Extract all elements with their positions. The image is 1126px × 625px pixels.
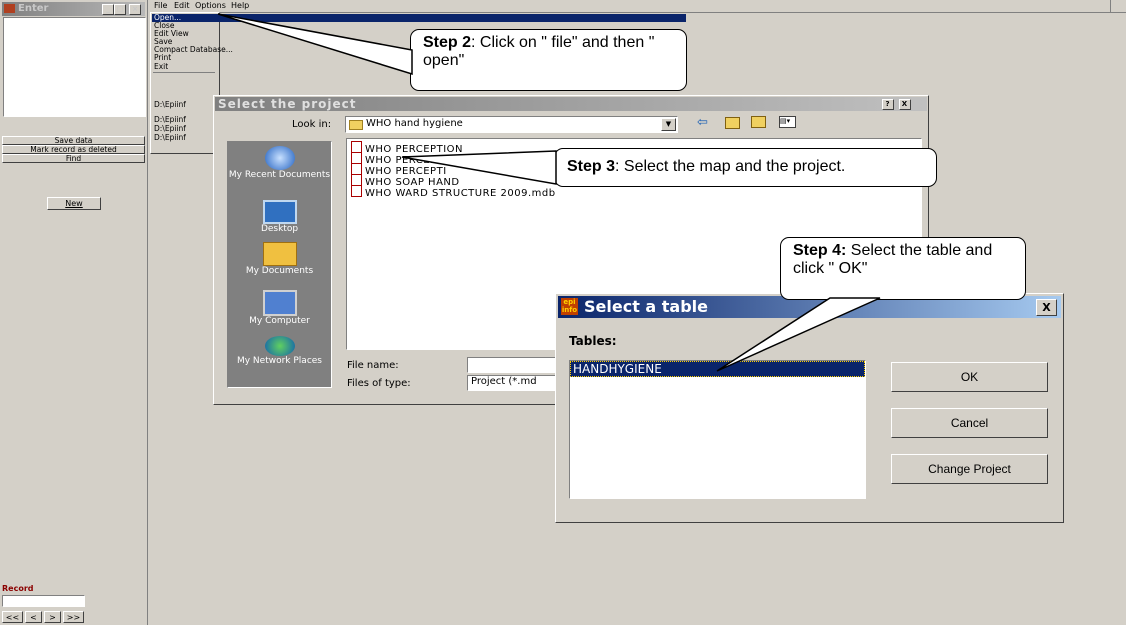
record-input[interactable] [2,595,85,607]
my-network-icon [264,336,295,356]
menu-edit[interactable]: Edit [174,1,190,10]
places-bar: My Recent Documents Desktop My Documents… [227,141,332,388]
desktop-label: Desktop [260,224,299,234]
mark-deleted-button[interactable]: Mark record as deleted [2,145,145,154]
last-record-button[interactable]: >> [63,611,84,623]
maximize-icon[interactable]: □ [114,4,126,15]
files-of-type-label: Files of type: [347,378,411,389]
table-item-handhygiene[interactable]: HANDHYGIENE [570,361,865,377]
menu-print[interactable]: Print [154,53,171,62]
recent-documents-label: My Recent Documents [228,170,331,180]
step4-callout: Step 4: Select the table and click " OK" [780,237,1026,300]
recent-file-1[interactable]: D:\Epiinf [154,100,186,109]
save-data-button[interactable]: Save data [2,136,145,145]
look-in-dropdown[interactable]: WHO hand hygiene ▼ [345,116,678,133]
places-desktop[interactable]: Desktop [228,200,331,234]
chevron-down-icon[interactable]: ▼ [661,118,676,131]
menu-exit[interactable]: Exit [154,62,168,71]
first-record-button[interactable]: << [2,611,23,623]
my-documents-label: My Documents [245,266,314,276]
tables-list: HANDHYGIENE [569,360,866,499]
up-folder-icon[interactable] [725,117,740,129]
step2-callout: Step 2: Click on " file" and then " open… [410,29,687,91]
folder-icon [349,120,363,130]
look-in-value: WHO hand hygiene [366,118,463,129]
mdb-file-icon [351,185,362,197]
look-in-label: Look in: [292,119,332,130]
cancel-button[interactable]: Cancel [891,408,1048,438]
recent-file-3[interactable]: D:\Epiinf [154,124,186,133]
file-menu: Open... Close Edit View Save Compact Dat… [150,12,686,154]
step2-pointer [217,13,413,76]
project-dialog-title-bar: Select the project ? X [215,97,927,111]
prev-record-button[interactable]: < [25,611,42,623]
step3-title: Step 3 [567,158,616,175]
recent-file-4[interactable]: D:\Epiinf [154,133,186,142]
files-of-type-value: Project (*.md [471,376,537,387]
project-dialog-title: Select the project [218,97,357,111]
menu-separator [153,72,215,73]
record-label: Record [2,584,34,593]
recent-file-2[interactable]: D:\Epiinf [154,115,186,124]
my-documents-icon [262,242,297,266]
menu-file[interactable]: File [154,1,167,10]
step4-title: Step 4: [793,242,847,259]
ok-button[interactable]: OK [891,362,1048,392]
find-button[interactable]: Find [2,154,145,163]
file-row[interactable]: WHO WARD STRUCTURE 2009.mdb [351,185,556,199]
back-icon[interactable]: ⇦ [697,115,708,130]
table-dialog-close-icon[interactable]: X [1036,299,1057,316]
desktop-icon [262,200,297,224]
file-name-label: File name: [347,360,399,371]
my-network-label: My Network Places [236,356,322,366]
menu-options[interactable]: Options [195,1,226,10]
tables-label: Tables: [569,334,617,348]
my-computer-label: My Computer [249,316,310,326]
menubar-end [1110,0,1126,12]
enter-title-bar: Enter _ □ × [2,2,145,16]
step3-callout: Step 3: Select the map and the project. [554,148,937,187]
enter-window: Enter _ □ × Save data Mark record as del… [0,0,148,625]
next-record-button[interactable]: > [44,611,61,623]
my-computer-icon [262,290,297,316]
new-folder-icon[interactable] [751,116,766,128]
enter-app-icon [4,4,15,13]
recent-documents-icon [264,146,295,170]
close-icon[interactable]: × [129,4,141,15]
enter-view-area [3,17,146,117]
places-my-network[interactable]: My Network Places [228,336,331,366]
step2-title: Step 2 [423,34,472,51]
change-project-button[interactable]: Change Project [891,454,1048,484]
epi-info-icon: epi info [561,298,578,315]
places-recent[interactable]: My Recent Documents [228,146,331,180]
step3-text: : Select the map and the project. [615,158,846,175]
places-my-computer[interactable]: My Computer [228,290,331,326]
open-highlight [152,14,686,22]
help-icon[interactable]: ? [882,99,894,110]
places-my-documents[interactable]: My Documents [228,242,331,276]
views-menu-icon[interactable]: ▤▾ [779,116,796,128]
table-dialog-title: Select a table [584,297,709,316]
minimize-icon[interactable]: _ [102,4,114,15]
menu-help[interactable]: Help [231,1,249,10]
project-dialog-close-icon[interactable]: X [899,99,911,110]
enter-title-text: Enter [18,3,49,14]
menu-bar: File Edit Options Help [150,0,1126,13]
new-button[interactable]: New [47,197,101,210]
select-table-dialog: epi info Select a table X Tables: HANDHY… [555,293,1064,523]
